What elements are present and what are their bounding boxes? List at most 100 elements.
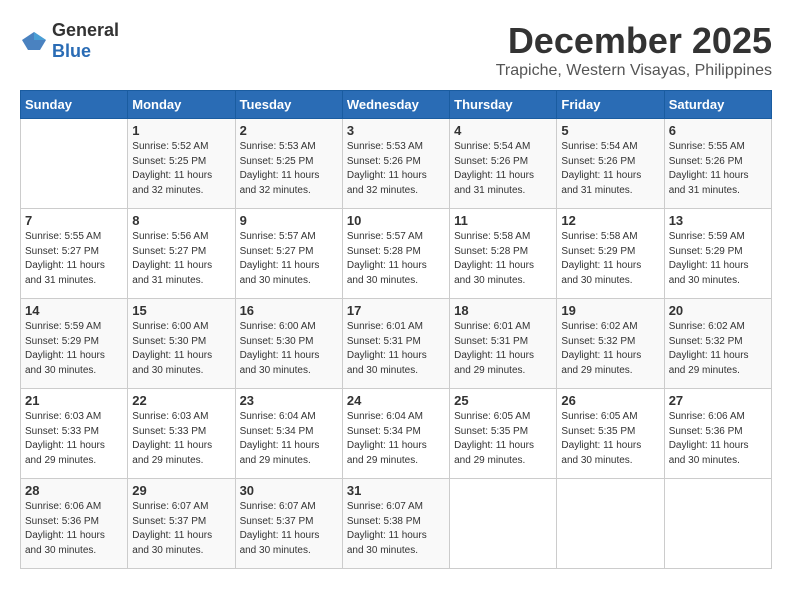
day-number: 12	[561, 213, 659, 228]
day-number: 1	[132, 123, 230, 138]
header-friday: Friday	[557, 91, 664, 119]
day-number: 3	[347, 123, 445, 138]
week-row-1: 1Sunrise: 5:52 AMSunset: 5:25 PMDaylight…	[21, 119, 772, 209]
logo: General Blue	[20, 20, 119, 62]
day-info: Sunrise: 6:04 AMSunset: 5:34 PMDaylight:…	[347, 411, 427, 466]
day-cell	[664, 479, 771, 569]
header-wednesday: Wednesday	[342, 91, 449, 119]
day-cell: 4 Sunrise: 5:54 AMSunset: 5:26 PMDaylight…	[450, 119, 557, 209]
day-info: Sunrise: 5:58 AMSunset: 5:28 PMDaylight:…	[454, 231, 534, 286]
day-number: 24	[347, 393, 445, 408]
day-cell: 20Sunrise: 6:02 AMSunset: 5:32 PMDayligh…	[664, 299, 771, 389]
day-number: 28	[25, 483, 123, 498]
week-row-2: 7 Sunrise: 5:55 AMSunset: 5:27 PMDaylight…	[21, 209, 772, 299]
day-cell: 22Sunrise: 6:03 AMSunset: 5:33 PMDayligh…	[128, 389, 235, 479]
day-cell: 31 Sunrise: 6:07 AMSunset: 5:38 PMDayligh…	[342, 479, 449, 569]
day-number: 23	[240, 393, 338, 408]
day-number: 5	[561, 123, 659, 138]
day-cell: 24 Sunrise: 6:04 AMSunset: 5:34 PMDayligh…	[342, 389, 449, 479]
day-cell: 11 Sunrise: 5:58 AMSunset: 5:28 PMDayligh…	[450, 209, 557, 299]
day-info: Sunrise: 6:01 AMSunset: 5:31 PMDaylight:…	[454, 321, 534, 376]
day-info: Sunrise: 6:03 AMSunset: 5:33 PMDaylight:…	[132, 411, 212, 466]
day-cell: 30 Sunrise: 6:07 AMSunset: 5:37 PMDayligh…	[235, 479, 342, 569]
day-number: 11	[454, 213, 552, 228]
day-number: 7	[25, 213, 123, 228]
day-number: 17	[347, 303, 445, 318]
header-thursday: Thursday	[450, 91, 557, 119]
day-info: Sunrise: 5:54 AMSunset: 5:26 PMDaylight:…	[454, 141, 534, 196]
day-cell: 2 Sunrise: 5:53 AMSunset: 5:25 PMDaylight…	[235, 119, 342, 209]
day-info: Sunrise: 5:56 AMSunset: 5:27 PMDaylight:…	[132, 231, 212, 286]
calendar-table: SundayMondayTuesdayWednesdayThursdayFrid…	[20, 90, 772, 569]
day-info: Sunrise: 5:58 AMSunset: 5:29 PMDaylight:…	[561, 231, 641, 286]
day-number: 8	[132, 213, 230, 228]
day-info: Sunrise: 5:59 AMSunset: 5:29 PMDaylight:…	[25, 321, 105, 376]
day-cell	[557, 479, 664, 569]
day-cell: 23 Sunrise: 6:04 AMSunset: 5:34 PMDayligh…	[235, 389, 342, 479]
day-cell: 1Sunrise: 5:52 AMSunset: 5:25 PMDaylight…	[128, 119, 235, 209]
logo-blue: Blue	[52, 41, 91, 61]
day-cell: 13Sunrise: 5:59 AMSunset: 5:29 PMDayligh…	[664, 209, 771, 299]
day-cell: 18 Sunrise: 6:01 AMSunset: 5:31 PMDayligh…	[450, 299, 557, 389]
day-cell: 21 Sunrise: 6:03 AMSunset: 5:33 PMDayligh…	[21, 389, 128, 479]
week-row-4: 21 Sunrise: 6:03 AMSunset: 5:33 PMDayligh…	[21, 389, 772, 479]
day-cell	[450, 479, 557, 569]
day-info: Sunrise: 6:00 AMSunset: 5:30 PMDaylight:…	[132, 321, 212, 376]
day-info: Sunrise: 5:57 AMSunset: 5:27 PMDaylight:…	[240, 231, 320, 286]
day-cell: 6Sunrise: 5:55 AMSunset: 5:26 PMDaylight…	[664, 119, 771, 209]
day-info: Sunrise: 6:07 AMSunset: 5:38 PMDaylight:…	[347, 501, 427, 556]
day-cell: 14Sunrise: 5:59 AMSunset: 5:29 PMDayligh…	[21, 299, 128, 389]
header-sunday: Sunday	[21, 91, 128, 119]
day-number: 30	[240, 483, 338, 498]
logo-icon	[20, 30, 48, 52]
day-info: Sunrise: 5:55 AMSunset: 5:27 PMDaylight:…	[25, 231, 105, 286]
day-number: 15	[132, 303, 230, 318]
header-monday: Monday	[128, 91, 235, 119]
day-number: 27	[669, 393, 767, 408]
day-number: 13	[669, 213, 767, 228]
day-info: Sunrise: 5:53 AMSunset: 5:26 PMDaylight:…	[347, 141, 427, 196]
day-cell: 19Sunrise: 6:02 AMSunset: 5:32 PMDayligh…	[557, 299, 664, 389]
location-title: Trapiche, Western Visayas, Philippines	[496, 62, 772, 80]
day-number: 18	[454, 303, 552, 318]
day-info: Sunrise: 6:01 AMSunset: 5:31 PMDaylight:…	[347, 321, 427, 376]
day-cell: 25 Sunrise: 6:05 AMSunset: 5:35 PMDayligh…	[450, 389, 557, 479]
day-cell: 28 Sunrise: 6:06 AMSunset: 5:36 PMDayligh…	[21, 479, 128, 569]
week-row-3: 14Sunrise: 5:59 AMSunset: 5:29 PMDayligh…	[21, 299, 772, 389]
day-number: 19	[561, 303, 659, 318]
day-info: Sunrise: 6:03 AMSunset: 5:33 PMDaylight:…	[25, 411, 105, 466]
day-number: 25	[454, 393, 552, 408]
day-info: Sunrise: 6:05 AMSunset: 5:35 PMDaylight:…	[561, 411, 641, 466]
day-info: Sunrise: 6:02 AMSunset: 5:32 PMDaylight:…	[669, 321, 749, 376]
day-info: Sunrise: 6:06 AMSunset: 5:36 PMDaylight:…	[25, 501, 105, 556]
day-number: 26	[561, 393, 659, 408]
day-cell: 27Sunrise: 6:06 AMSunset: 5:36 PMDayligh…	[664, 389, 771, 479]
day-info: Sunrise: 6:00 AMSunset: 5:30 PMDaylight:…	[240, 321, 320, 376]
day-cell: 5Sunrise: 5:54 AMSunset: 5:26 PMDaylight…	[557, 119, 664, 209]
day-number: 9	[240, 213, 338, 228]
day-number: 2	[240, 123, 338, 138]
day-cell: 12 Sunrise: 5:58 AMSunset: 5:29 PMDayligh…	[557, 209, 664, 299]
day-cell: 7 Sunrise: 5:55 AMSunset: 5:27 PMDaylight…	[21, 209, 128, 299]
day-number: 16	[240, 303, 338, 318]
week-row-5: 28 Sunrise: 6:06 AMSunset: 5:36 PMDayligh…	[21, 479, 772, 569]
day-info: Sunrise: 6:07 AMSunset: 5:37 PMDaylight:…	[240, 501, 320, 556]
day-cell: 8 Sunrise: 5:56 AMSunset: 5:27 PMDaylight…	[128, 209, 235, 299]
day-cell: 9 Sunrise: 5:57 AMSunset: 5:27 PMDaylight…	[235, 209, 342, 299]
day-cell: 3 Sunrise: 5:53 AMSunset: 5:26 PMDaylight…	[342, 119, 449, 209]
day-number: 21	[25, 393, 123, 408]
day-cell: 16 Sunrise: 6:00 AMSunset: 5:30 PMDayligh…	[235, 299, 342, 389]
day-number: 31	[347, 483, 445, 498]
day-cell: 26 Sunrise: 6:05 AMSunset: 5:35 PMDayligh…	[557, 389, 664, 479]
day-info: Sunrise: 6:05 AMSunset: 5:35 PMDaylight:…	[454, 411, 534, 466]
day-info: Sunrise: 5:53 AMSunset: 5:25 PMDaylight:…	[240, 141, 320, 196]
day-cell: 10Sunrise: 5:57 AMSunset: 5:28 PMDayligh…	[342, 209, 449, 299]
day-cell: 29Sunrise: 6:07 AMSunset: 5:37 PMDayligh…	[128, 479, 235, 569]
calendar-header-row: SundayMondayTuesdayWednesdayThursdayFrid…	[21, 91, 772, 119]
header-saturday: Saturday	[664, 91, 771, 119]
header-tuesday: Tuesday	[235, 91, 342, 119]
day-info: Sunrise: 6:04 AMSunset: 5:34 PMDaylight:…	[240, 411, 320, 466]
month-title: December 2025	[496, 20, 772, 62]
day-number: 4	[454, 123, 552, 138]
title-area: December 2025 Trapiche, Western Visayas,…	[496, 20, 772, 80]
